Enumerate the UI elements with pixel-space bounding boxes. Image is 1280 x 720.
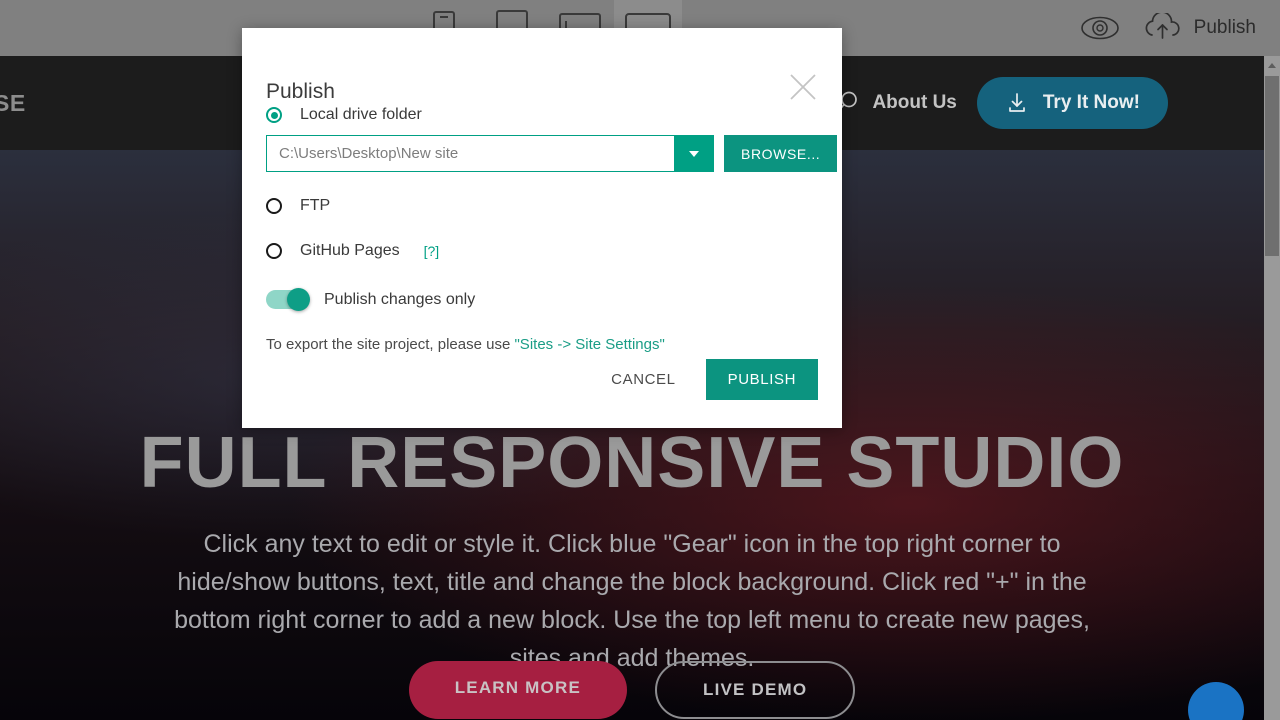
option-local-drive-folder[interactable]: Local drive folder xyxy=(266,106,422,124)
radio-local-drive-folder[interactable] xyxy=(266,107,282,123)
option-local-drive-folder-label: Local drive folder xyxy=(300,106,422,123)
radio-github-pages[interactable] xyxy=(266,243,282,259)
dialog-actions: CANCEL PUBLISH xyxy=(595,359,818,400)
github-pages-help-link[interactable]: [?] xyxy=(424,243,440,259)
hero-paragraph: Click any text to edit or style it. Clic… xyxy=(174,530,1090,672)
option-ftp[interactable]: FTP xyxy=(266,197,330,215)
browse-button[interactable]: BROWSE... xyxy=(724,135,838,172)
try-it-now-label: Try It Now! xyxy=(1042,92,1140,113)
dialog-title: Publish xyxy=(266,80,335,103)
publish-path-row: BROWSE... xyxy=(266,135,838,172)
cancel-button[interactable]: CANCEL xyxy=(595,360,691,399)
toolbar-right-actions: Publish xyxy=(1080,0,1256,56)
navbar-right: About Us Try It Now! xyxy=(834,77,1168,129)
hero-cta-group: LEARN MORE LIVE DEMO xyxy=(0,661,1264,719)
export-note: To export the site project, please use "… xyxy=(266,336,665,353)
close-dialog-button[interactable] xyxy=(786,70,820,104)
publish-changes-only-row[interactable]: Publish changes only xyxy=(266,288,476,311)
download-icon xyxy=(1009,93,1025,112)
nav-item-about-us-label: About Us xyxy=(872,92,957,113)
site-logo[interactable]: RISE xyxy=(0,90,26,117)
close-icon xyxy=(790,74,816,100)
live-demo-button[interactable]: LIVE DEMO xyxy=(654,661,856,719)
chevron-down-icon xyxy=(689,150,699,157)
export-note-text: To export the site project, please use xyxy=(266,336,515,353)
option-ftp-label: FTP xyxy=(300,197,331,214)
publish-changes-only-label: Publish changes only xyxy=(324,290,476,308)
eye-icon xyxy=(1080,16,1119,40)
preview-button[interactable] xyxy=(1080,15,1120,41)
cloud-upload-icon xyxy=(1145,13,1180,39)
option-github-pages[interactable]: GitHub Pages [?] xyxy=(266,242,439,260)
learn-more-button[interactable]: LEARN MORE xyxy=(408,661,627,719)
site-settings-link[interactable]: "Sites -> Site Settings" xyxy=(514,336,664,353)
scroll-up-arrow-icon[interactable] xyxy=(1264,56,1280,74)
publish-path-dropdown-button[interactable] xyxy=(674,135,714,172)
publish-button[interactable]: Publish xyxy=(1142,13,1256,43)
option-github-pages-label: GitHub Pages xyxy=(300,242,400,259)
publish-dialog: Publish Local drive folder BROWSE... FTP… xyxy=(242,28,842,428)
canvas-scrollbar[interactable] xyxy=(1264,56,1280,720)
publish-confirm-button[interactable]: PUBLISH xyxy=(705,359,818,400)
nav-item-about-us[interactable]: About Us xyxy=(834,90,957,116)
scrollbar-thumb[interactable] xyxy=(1265,76,1279,256)
radio-ftp[interactable] xyxy=(266,198,282,214)
try-it-now-button[interactable]: Try It Now! xyxy=(976,77,1168,129)
publish-changes-only-toggle[interactable] xyxy=(266,288,310,311)
hero-title: FULL RESPONSIVE STUDIO xyxy=(139,423,1125,503)
publish-path-input[interactable] xyxy=(266,135,674,172)
publish-button-label: Publish xyxy=(1193,17,1256,38)
